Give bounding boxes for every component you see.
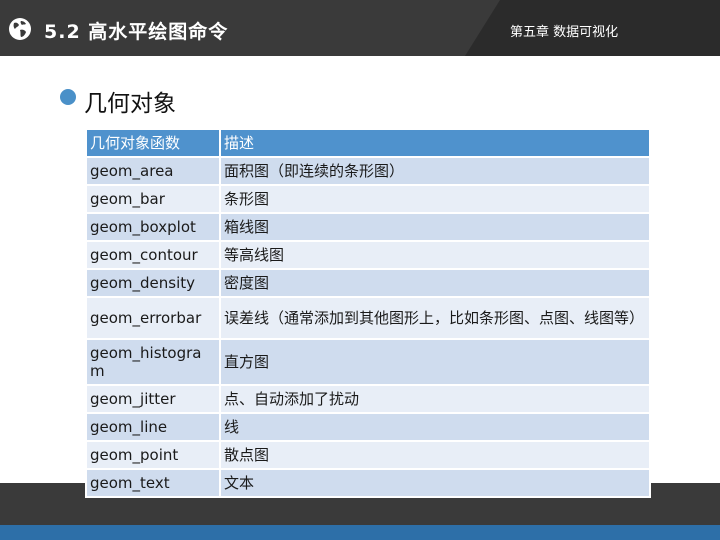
column-header-function: 几何对象函数 (85, 128, 221, 158)
section-title: 几何对象 (84, 91, 176, 117)
table-row: geom_point 散点图 (85, 440, 651, 470)
table-row: geom_bar 条形图 (85, 184, 651, 214)
description-cell: 散点图 (219, 440, 651, 470)
description-cell: 误差线（通常添加到其他图形上，比如条形图、点图、线图等） (219, 296, 651, 340)
description-cell: 点、自动添加了扰动 (219, 384, 651, 414)
function-cell: geom_density (85, 268, 221, 298)
function-cell: geom_contour (85, 240, 221, 270)
geom-table-container: 几何对象函数 描述 geom_area 面积图（即连续的条形图） geom_ba… (85, 128, 651, 498)
function-cell: geom_bar (85, 184, 221, 214)
table-header-row: 几何对象函数 描述 (85, 128, 651, 158)
function-cell: geom_area (85, 156, 221, 186)
geom-table: 几何对象函数 描述 geom_area 面积图（即连续的条形图） geom_ba… (85, 128, 651, 498)
column-header-description: 描述 (219, 128, 651, 158)
function-cell: geom_text (85, 468, 221, 498)
description-cell: 直方图 (219, 338, 651, 386)
footer-strip (0, 525, 720, 540)
function-cell: geom_point (85, 440, 221, 470)
table-row: geom_area 面积图（即连续的条形图） (85, 156, 651, 186)
table-row: geom_jitter 点、自动添加了扰动 (85, 384, 651, 414)
table-row: geom_text 文本 (85, 468, 651, 498)
description-cell: 条形图 (219, 184, 651, 214)
page-title: 5.2 高水平绘图命令 (44, 21, 229, 43)
table-row: geom_errorbar 误差线（通常添加到其他图形上，比如条形图、点图、线图… (85, 296, 651, 340)
globe-icon (9, 18, 31, 40)
table-row: geom_boxplot 箱线图 (85, 212, 651, 242)
bullet-dot-icon (60, 89, 76, 105)
description-cell: 箱线图 (219, 212, 651, 242)
table-row: geom_line 线 (85, 412, 651, 442)
description-cell: 面积图（即连续的条形图） (219, 156, 651, 186)
description-cell: 等高线图 (219, 240, 651, 270)
description-cell: 密度图 (219, 268, 651, 298)
table-row: geom_contour 等高线图 (85, 240, 651, 270)
description-cell: 线 (219, 412, 651, 442)
description-cell: 文本 (219, 468, 651, 498)
function-cell: geom_histogram (85, 338, 221, 386)
function-cell: geom_jitter (85, 384, 221, 414)
function-cell: geom_errorbar (85, 296, 221, 340)
table-row: geom_density 密度图 (85, 268, 651, 298)
table-row: geom_histogram 直方图 (85, 338, 651, 386)
function-cell: geom_boxplot (85, 212, 221, 242)
header-bar: 5.2 高水平绘图命令 第五章 数据可视化 (0, 0, 720, 56)
function-cell: geom_line (85, 412, 221, 442)
chapter-title: 第五章 数据可视化 (510, 25, 619, 40)
